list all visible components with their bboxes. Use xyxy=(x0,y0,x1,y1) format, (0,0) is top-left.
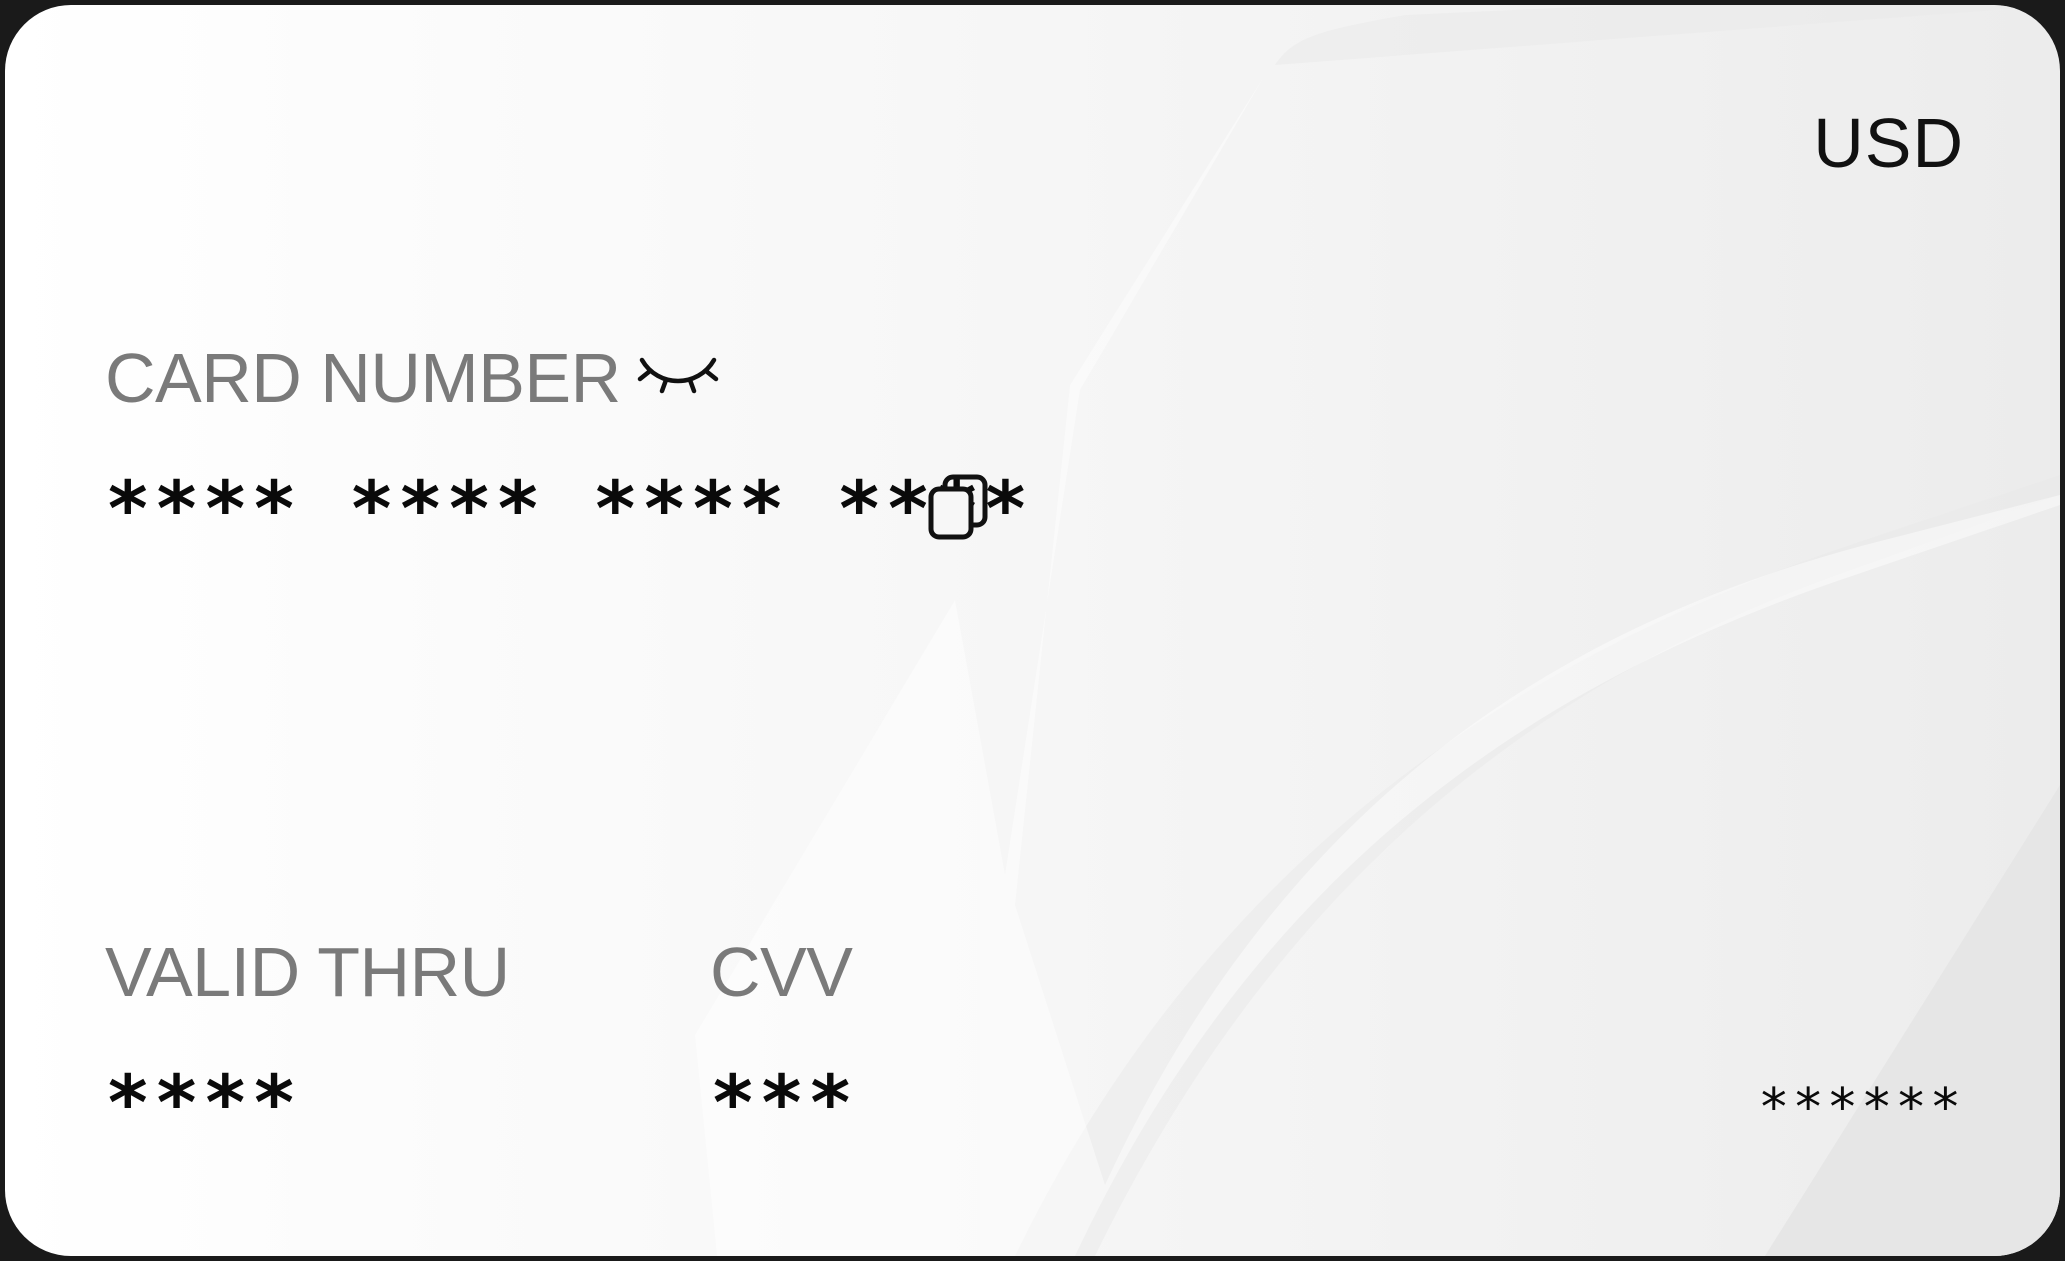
valid-thru-label: VALID THRU xyxy=(105,933,510,1011)
payment-card: USD CARD NUMBER **** **** **** **** VALI… xyxy=(5,5,2060,1256)
cvv-label: CVV xyxy=(710,933,853,1011)
card-number-value: **** **** **** **** xyxy=(105,464,1032,553)
cvv-value: *** xyxy=(710,1058,857,1147)
card-holder-masked: ****** xyxy=(1758,1078,1964,1138)
currency-code: USD xyxy=(1813,104,1964,182)
eye-closed-icon[interactable] xyxy=(636,346,720,406)
copy-icon[interactable] xyxy=(925,473,993,541)
card-background-decoration xyxy=(695,5,2060,1256)
toggle-visibility-icon-graphic xyxy=(637,357,719,394)
valid-thru-value: **** xyxy=(105,1058,301,1147)
copy-icon-graphic xyxy=(928,474,988,540)
card-number-label: CARD NUMBER xyxy=(105,339,621,417)
